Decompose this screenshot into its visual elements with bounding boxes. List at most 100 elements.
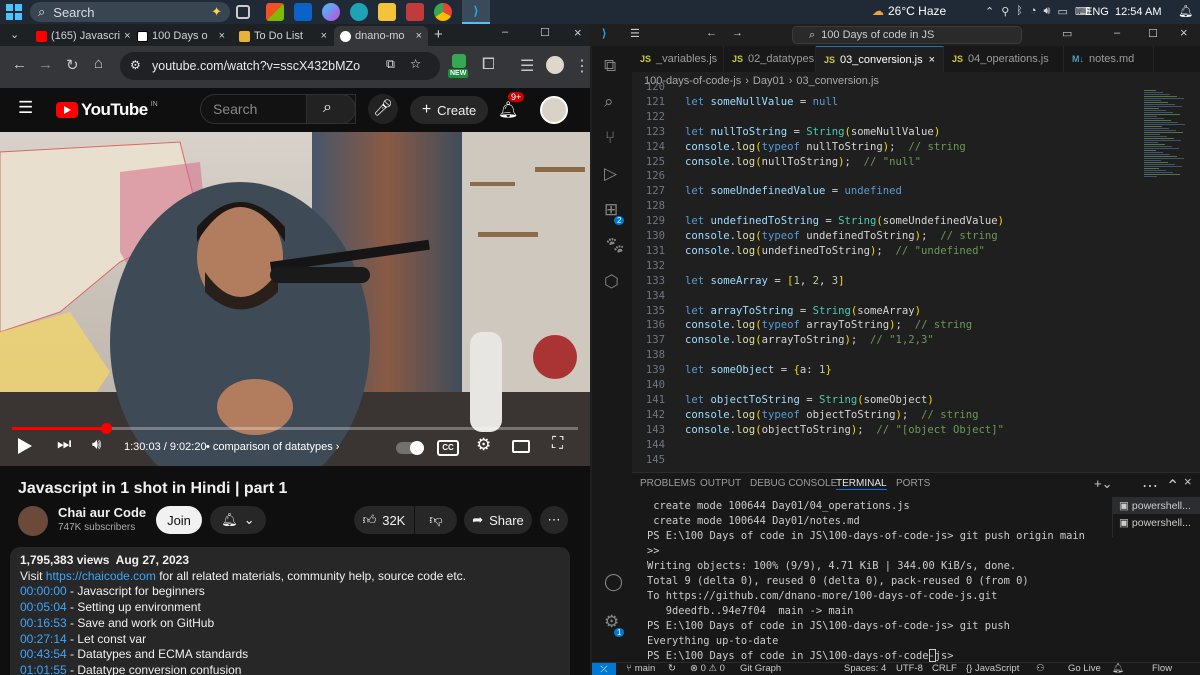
windows-store-icon[interactable] — [266, 3, 284, 21]
code-editor[interactable]: 120 121 let someNullValue = null 122 123 let … — [632, 81, 1200, 472]
captions-icon[interactable]: CC — [437, 440, 459, 456]
account-icon[interactable]: ◯ — [604, 572, 623, 592]
clock[interactable]: 12:54 AM — [1115, 6, 1161, 18]
like-button[interactable]: 👍︎ 32K — [354, 506, 414, 534]
new-extension-badge[interactable]: NEW — [448, 69, 469, 78]
hamburger-menu-icon[interactable]: ☰ — [18, 98, 33, 118]
panel-tab[interactable]: TERMINAL — [836, 478, 887, 490]
task-view-icon[interactable] — [236, 5, 250, 19]
language-indicator[interactable]: ENG — [1085, 6, 1109, 18]
breadcrumb-item[interactable]: Day01 — [753, 75, 785, 87]
dislike-button[interactable]: 👎︎ — [415, 506, 457, 534]
youtube-search-button[interactable]: ⌕ — [306, 94, 356, 124]
more-icon[interactable]: ⋯ — [1142, 476, 1158, 496]
paw-icon[interactable]: 🐾︎ — [604, 236, 626, 256]
start-button[interactable] — [6, 4, 22, 20]
encoding-indicator[interactable]: UTF-8 — [896, 663, 923, 674]
editor-tab[interactable]: M↓ notes.md — [1064, 46, 1154, 72]
website-link[interactable]: https://chaicode.com — [46, 569, 156, 583]
close-icon[interactable]: × — [124, 30, 130, 42]
extensions-puzzle-icon[interactable]: ⧠ — [482, 56, 495, 74]
chapter-timestamp[interactable]: 00:00:00 — [20, 584, 67, 598]
join-button[interactable]: Join — [156, 506, 202, 534]
vscode-taskbar-icon[interactable]: ⟩ — [462, 0, 490, 24]
back-icon[interactable]: ← — [12, 56, 27, 73]
problems-indicator[interactable]: ⊗ 0 ⚠ 0 — [690, 663, 725, 674]
channel-avatar[interactable] — [18, 506, 48, 536]
tab-todo[interactable]: To Do List × — [233, 26, 333, 46]
close-icon[interactable]: × — [929, 54, 935, 66]
progress-scrubber[interactable] — [100, 423, 112, 434]
chrome-icon[interactable] — [434, 3, 452, 21]
install-icon[interactable]: ⧉ — [386, 57, 395, 72]
tab-search-chevron-icon[interactable]: ⌄ — [10, 28, 19, 41]
battery-icon[interactable]: ▭ — [1057, 5, 1067, 18]
reload-icon[interactable]: ↻ — [66, 56, 79, 74]
editor-tab[interactable]: JS _variables.js — [632, 46, 724, 72]
notification-bell-icon[interactable]: 🔔︎ — [1178, 4, 1193, 18]
notification-bell-icon[interactable]: 🔔︎ — [1112, 663, 1124, 674]
close-window-icon[interactable]: × — [1180, 25, 1188, 40]
notifications-bell-icon[interactable]: 🔔︎ — [498, 100, 518, 120]
chevron-up-icon[interactable]: ⌃ — [985, 5, 994, 18]
autoplay-toggle[interactable] — [396, 441, 424, 455]
terminal-session[interactable]: ▣ powershell... — [1113, 514, 1200, 531]
site-info-icon[interactable]: ⚙ — [130, 58, 141, 72]
more-actions-button[interactable]: ⋯ — [540, 506, 568, 534]
maximize-panel-icon[interactable]: ⌃ — [1166, 476, 1179, 496]
close-icon[interactable]: × — [416, 30, 422, 42]
command-center[interactable]: ⌕ 100 Days of code in JS — [792, 26, 1022, 44]
git-graph-button[interactable]: Git Graph — [740, 663, 781, 674]
eol-indicator[interactable]: CRLF — [932, 663, 957, 674]
flow-button[interactable]: Flow — [1152, 663, 1172, 674]
minimap[interactable] — [1144, 90, 1194, 180]
wifi-icon[interactable]: ◔ — [1030, 5, 1037, 18]
explorer-icon[interactable]: ⧉ — [604, 56, 616, 76]
file-explorer-icon[interactable] — [378, 3, 396, 21]
layout-icon[interactable]: ▭ — [1062, 27, 1072, 40]
branch-indicator[interactable]: ⑂ main — [626, 663, 655, 674]
panel-tab[interactable]: OUTPUT — [700, 478, 741, 489]
close-icon[interactable]: × — [321, 30, 327, 42]
chapter-timestamp[interactable]: 00:05:04 — [20, 600, 67, 614]
forward-icon[interactable]: → — [732, 27, 743, 39]
chapter-timestamp[interactable]: 00:16:53 — [20, 616, 67, 630]
new-tab-icon[interactable]: + — [434, 26, 443, 43]
channel-name[interactable]: Chai aur Code — [58, 505, 146, 520]
profile-avatar[interactable] — [546, 56, 564, 74]
editor-tab[interactable]: JS 04_operations.js — [944, 46, 1064, 72]
chapter-timestamp[interactable]: 00:43:54 — [20, 647, 67, 661]
panel-tab[interactable]: DEBUG CONSOLE — [750, 478, 837, 489]
extension-icon[interactable] — [452, 54, 466, 68]
minimize-icon[interactable]: – — [502, 26, 508, 38]
chapter-timestamp[interactable]: 00:27:14 — [20, 632, 67, 646]
editor-tab[interactable]: JS02_datatypes.js — [724, 46, 816, 72]
outlook-icon[interactable] — [294, 3, 312, 21]
new-terminal-icon[interactable]: +⌄ — [1094, 476, 1112, 492]
terminal-session[interactable]: ▣ powershell... — [1113, 497, 1200, 514]
bluetooth-icon[interactable]: ᛒ — [1016, 5, 1023, 18]
reading-list-icon[interactable]: ☰ — [520, 56, 534, 76]
play-icon[interactable] — [18, 438, 32, 454]
go-live-button[interactable]: Go Live — [1068, 663, 1101, 674]
fullscreen-icon[interactable]: ⛶ — [552, 435, 563, 453]
chrome-menu-icon[interactable]: ⋮ — [574, 56, 590, 76]
share-button[interactable]: ➦ Share — [464, 506, 532, 534]
menu-icon[interactable]: ☰ — [630, 27, 640, 40]
minimize-icon[interactable]: – — [1114, 27, 1120, 39]
tab-github[interactable]: dnano-mo × — [334, 26, 428, 46]
tab-youtube[interactable]: (165) Javascri × — [30, 26, 130, 46]
language-mode[interactable]: {} JavaScript — [966, 663, 1019, 674]
back-icon[interactable]: ← — [706, 27, 717, 39]
subscribe-bell-button[interactable]: 🔔︎ ⌄ — [210, 506, 266, 534]
breadcrumb-item[interactable]: 03_conversion.js — [796, 75, 879, 87]
home-icon[interactable]: ⌂ — [94, 55, 103, 72]
next-icon[interactable]: ⏭︎ — [57, 436, 71, 454]
tab-notion[interactable]: 100 Days o × — [131, 26, 231, 46]
store-bag-icon[interactable] — [406, 3, 424, 21]
forward-icon[interactable]: → — [38, 56, 53, 73]
remote-indicator[interactable]: ⤫ — [592, 663, 616, 675]
terminal[interactable]: create mode 100644 Day01/04_operations.j… — [647, 499, 1107, 662]
address-bar[interactable]: ⚙ youtube.com/watch?v=sscX432bMZo ⧉ ☆ — [120, 52, 440, 80]
chapter-timestamp[interactable]: 01:01:55 — [20, 663, 67, 675]
